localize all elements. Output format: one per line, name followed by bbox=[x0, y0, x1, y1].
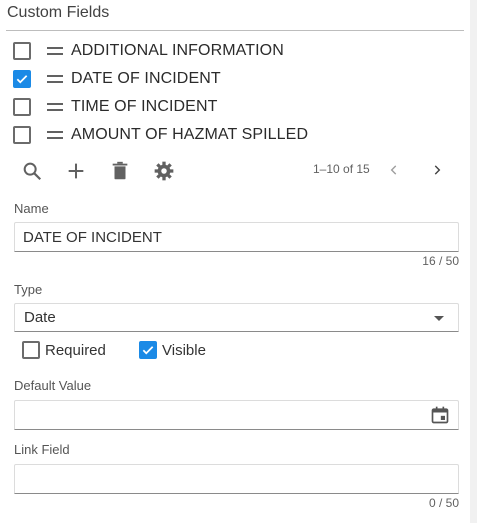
field-label: DATE OF INCIDENT bbox=[71, 70, 221, 87]
calendar-icon[interactable] bbox=[430, 405, 450, 425]
add-icon bbox=[68, 163, 84, 179]
list-item[interactable]: AMOUNT OF HAZMAT SPILLED bbox=[13, 123, 308, 147]
field-label: TIME OF INCIDENT bbox=[71, 98, 218, 115]
required-checkbox[interactable] bbox=[22, 341, 40, 359]
checkbox[interactable] bbox=[13, 70, 31, 88]
type-label: Type bbox=[14, 282, 43, 297]
required-checkbox-group[interactable]: Required bbox=[22, 340, 106, 360]
link-char-counter: 0 / 50 bbox=[428, 496, 459, 510]
chevron-left-icon bbox=[390, 165, 397, 175]
visible-checkbox-group[interactable]: Visible bbox=[139, 340, 206, 360]
check-icon bbox=[16, 75, 28, 84]
field-label: ADDITIONAL INFORMATION bbox=[71, 42, 284, 59]
pagination-range: 1–10 of 15 bbox=[313, 162, 370, 176]
check-icon bbox=[142, 346, 154, 355]
visible-label: Visible bbox=[162, 341, 206, 359]
previous-page-button[interactable] bbox=[384, 160, 404, 180]
scrollbar-track[interactable] bbox=[470, 0, 477, 523]
list-item[interactable]: ADDITIONAL INFORMATION bbox=[13, 39, 284, 63]
panel-title: Custom Fields bbox=[7, 4, 110, 21]
type-select-value: Date bbox=[24, 309, 56, 326]
gear-icon bbox=[154, 161, 174, 181]
name-field[interactable] bbox=[14, 222, 459, 252]
name-label: Name bbox=[14, 201, 49, 216]
drag-handle-icon[interactable] bbox=[47, 75, 63, 83]
trash-icon bbox=[112, 161, 128, 180]
settings-button[interactable] bbox=[152, 159, 176, 183]
next-page-button[interactable] bbox=[427, 160, 447, 180]
list-item[interactable]: TIME OF INCIDENT bbox=[13, 95, 217, 119]
divider bbox=[6, 30, 464, 31]
link-field-input[interactable] bbox=[14, 464, 459, 494]
search-icon bbox=[23, 162, 42, 181]
list-item[interactable]: DATE OF INCIDENT bbox=[13, 67, 221, 91]
default-value-label: Default Value bbox=[14, 378, 92, 393]
delete-button[interactable] bbox=[108, 159, 132, 183]
checkbox[interactable] bbox=[13, 42, 31, 60]
field-label: AMOUNT OF HAZMAT SPILLED bbox=[71, 126, 309, 143]
visible-checkbox[interactable] bbox=[139, 341, 157, 359]
drag-handle-icon[interactable] bbox=[47, 47, 63, 55]
name-char-counter: 16 / 50 bbox=[422, 254, 459, 268]
required-label: Required bbox=[45, 341, 106, 359]
default-value-field[interactable] bbox=[14, 400, 459, 430]
add-button[interactable] bbox=[64, 159, 88, 183]
search-button[interactable] bbox=[20, 159, 44, 183]
link-field-label: Link Field bbox=[14, 442, 70, 457]
checkbox[interactable] bbox=[13, 126, 31, 144]
drag-handle-icon[interactable] bbox=[47, 103, 63, 111]
chevron-right-icon bbox=[434, 165, 441, 175]
drag-handle-icon[interactable] bbox=[47, 131, 63, 139]
checkbox[interactable] bbox=[13, 98, 31, 116]
dropdown-arrow-icon bbox=[434, 316, 444, 321]
type-select[interactable]: Date bbox=[14, 303, 459, 332]
